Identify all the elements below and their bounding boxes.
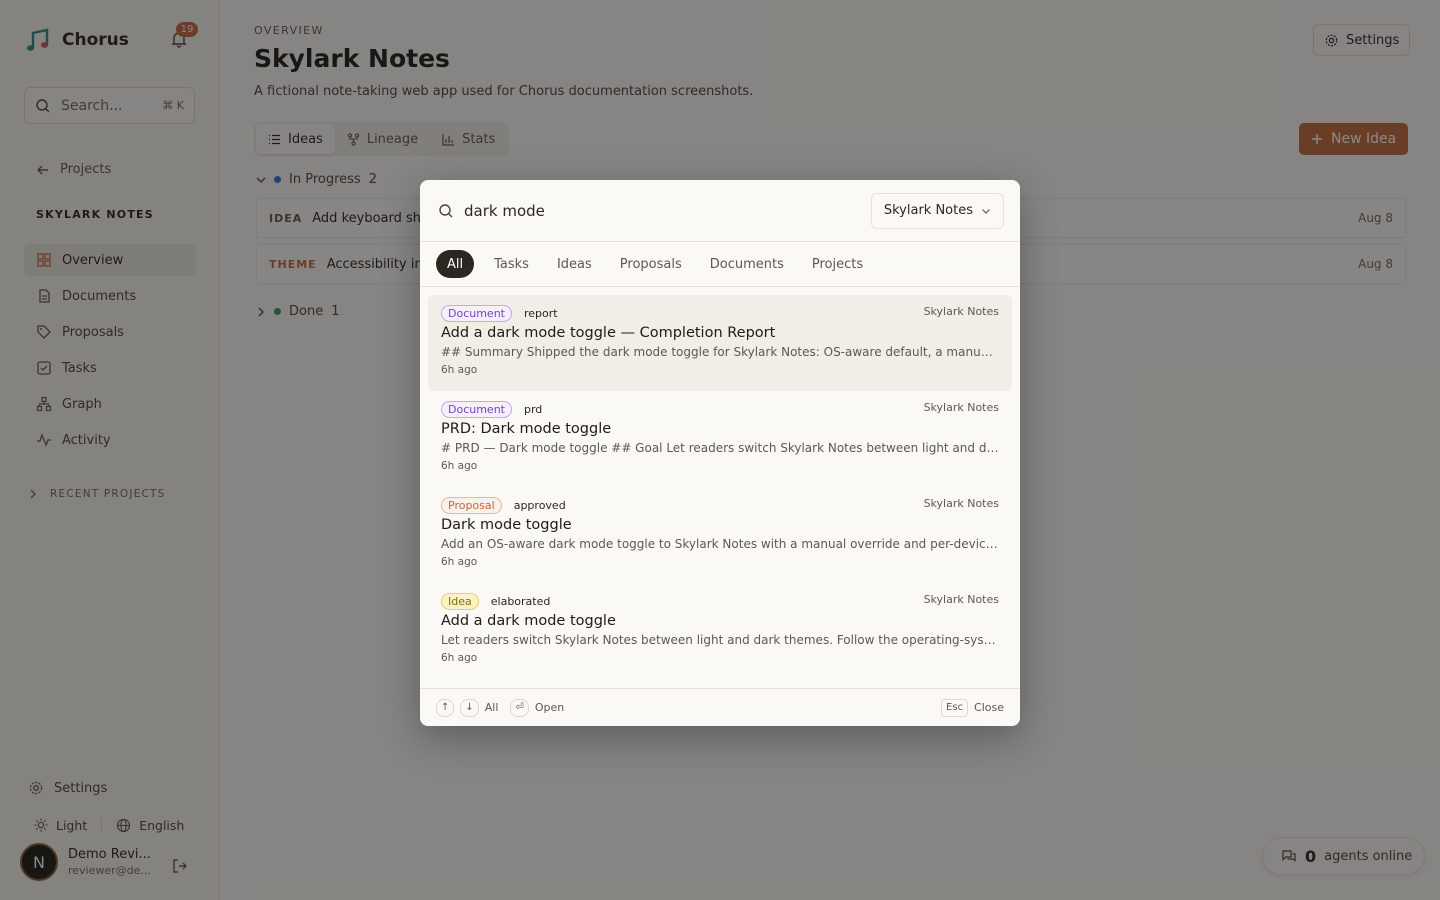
key-up: ↑	[436, 698, 455, 717]
search-result[interactable]: Proposal approved Skylark Notes Dark mod…	[428, 487, 1012, 583]
result-title: Add a dark mode toggle	[441, 613, 616, 629]
result-project: Skylark Notes	[923, 497, 999, 510]
chevron-down-icon	[982, 208, 990, 214]
result-title: Add a dark mode toggle — Completion Repo…	[441, 325, 776, 341]
result-project: Skylark Notes	[923, 305, 999, 318]
status-badge: elaborated	[490, 594, 551, 608]
result-snippet: # PRD — Dark mode toggle ## Goal Let rea…	[441, 441, 999, 455]
scope-dropdown[interactable]: Skylark Notes	[870, 192, 1004, 229]
result-snippet: ## Summary Shipped the dark mode toggle …	[441, 345, 999, 359]
result-time: 6h ago	[441, 652, 478, 664]
type-badge: Proposal	[441, 496, 502, 514]
navigate-hint: All	[484, 701, 499, 714]
key-down: ↓	[460, 698, 479, 717]
result-project: Skylark Notes	[923, 401, 999, 414]
status-badge: report	[524, 306, 558, 320]
filter-documents[interactable]: Documents	[698, 250, 796, 278]
status-badge: approved	[513, 498, 566, 512]
filter-proposals[interactable]: Proposals	[608, 250, 694, 278]
result-title: Dark mode toggle	[441, 517, 572, 533]
result-snippet: Add an OS-aware dark mode toggle to Skyl…	[441, 537, 999, 551]
result-time: 6h ago	[441, 556, 478, 568]
search-icon	[439, 203, 453, 217]
key-esc[interactable]: Esc	[941, 698, 969, 717]
type-badge: Idea	[441, 592, 479, 610]
key-enter: ⏎	[510, 698, 529, 717]
result-project: Skylark Notes	[923, 593, 999, 606]
scope-label: Skylark Notes	[883, 203, 973, 218]
search-result[interactable]: Idea elaborated Skylark Notes Add a dark…	[428, 583, 1012, 679]
result-title: PRD: Dark mode toggle	[441, 421, 612, 437]
status-badge: prd	[524, 402, 543, 416]
search-header: dark mode Skylark Notes	[420, 180, 1020, 242]
filter-ideas[interactable]: Ideas	[545, 250, 604, 278]
result-time: 6h ago	[441, 364, 478, 376]
filter-tasks[interactable]: Tasks	[482, 250, 541, 278]
result-snippet: Let readers switch Skylark Notes between…	[441, 633, 999, 647]
result-time: 6h ago	[441, 460, 478, 472]
search-input[interactable]: dark mode	[464, 202, 861, 220]
filter-all[interactable]: All	[436, 250, 475, 278]
search-modal: dark mode Skylark Notes All Tasks Ideas …	[420, 180, 1020, 726]
type-badge: Document	[441, 400, 512, 418]
modal-footer: ↑ ↓ All ⏎ Open Esc Close	[420, 688, 1020, 726]
search-result[interactable]: Document prd Skylark Notes PRD: Dark mod…	[428, 391, 1012, 487]
search-results: Document report Skylark Notes Add a dark…	[420, 287, 1020, 679]
type-badge: Document	[441, 304, 512, 322]
close-hint[interactable]: Close	[974, 701, 1004, 714]
filter-chips: All Tasks Ideas Proposals Documents Proj…	[420, 242, 1020, 287]
open-hint: Open	[534, 701, 565, 714]
search-result[interactable]: Document report Skylark Notes Add a dark…	[428, 295, 1012, 391]
filter-projects[interactable]: Projects	[800, 250, 875, 278]
